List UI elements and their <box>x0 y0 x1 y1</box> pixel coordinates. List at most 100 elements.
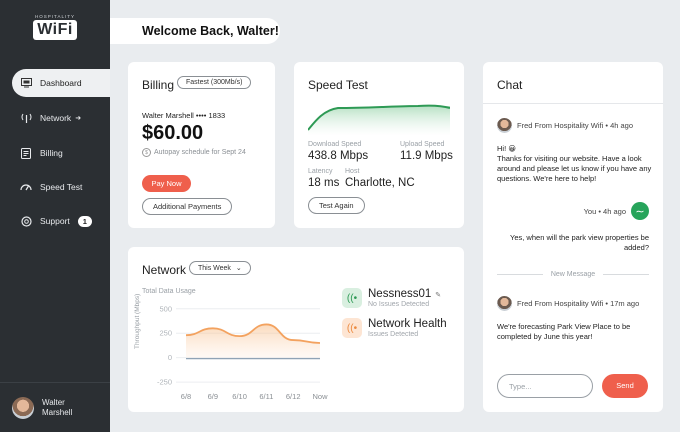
billing-card: Billing Fastest (300Mb/s) Walter Marshel… <box>128 62 275 228</box>
message-time: 4h ago <box>610 121 634 130</box>
sidebar-item-label: Network <box>40 113 72 123</box>
x-tick-label: 6/12 <box>286 392 301 401</box>
dot-separator: • <box>603 121 611 130</box>
amount-due: $60.00 <box>142 122 204 144</box>
x-tick-label: 6/11 <box>259 392 273 401</box>
sidebar-item-label: Support <box>40 216 70 226</box>
wifi-signal-icon: ((• <box>342 318 362 338</box>
network-title: Network <box>142 263 187 277</box>
chat-title: Chat <box>497 78 523 92</box>
download-value: 438.8 Mbps <box>308 150 369 162</box>
dot-separator: • <box>603 299 611 308</box>
network-chart: 500 250 0 -250 6/8 6/9 6/10 6/11 6/12 Now <box>157 304 328 401</box>
upload-label: Upload Speed <box>400 141 445 148</box>
dot-separator: • <box>596 206 604 216</box>
message-header: Fred From Hospitality Wifi • 17m ago <box>497 296 639 311</box>
y-tick-label: 500 <box>159 304 172 313</box>
latency-metric: Latency 18 ms <box>308 168 339 189</box>
message-author: Fred From Hospitality Wifi <box>517 299 604 308</box>
speed-test-title: Speed Test <box>308 78 368 92</box>
account-number: Walter Marshell •••• 1833 <box>142 111 226 120</box>
network-item-health[interactable]: ((• Network Health Issues Detected <box>342 318 447 338</box>
sidebar-item-network[interactable]: Network ➜ <box>0 104 110 132</box>
send-button[interactable]: Send <box>602 374 648 398</box>
y-tick-label: 0 <box>168 353 172 362</box>
sidebar: HOSPITALITY WiFi Dashboard Network ➜ Bil… <box>0 0 110 432</box>
upload-metric: Upload Speed 11.9 Mbps <box>400 141 453 162</box>
autopay-note: $ Autopay schedule for Sept 24 <box>142 148 246 157</box>
avatar <box>497 118 512 133</box>
download-metric: Download Speed 438.8 Mbps <box>308 141 368 162</box>
x-tick-label: 6/8 <box>181 392 191 401</box>
new-message-divider: New Message <box>497 271 650 278</box>
test-again-button[interactable]: Test Again <box>308 197 365 214</box>
y-tick-label: -250 <box>157 378 172 387</box>
sidebar-item-support[interactable]: Support 1 <box>0 207 110 235</box>
avatar <box>12 396 34 419</box>
avatar <box>497 296 512 311</box>
user-last-name: Marshell <box>42 407 73 417</box>
network-card: Network This Week ⌄ Total Data Usage Thr… <box>128 247 464 412</box>
x-tick-label: 6/9 <box>208 392 218 401</box>
latency-value: 18 ms <box>308 177 340 189</box>
chat-card: Chat Fred From Hospitality Wifi • 4h ago… <box>483 62 663 412</box>
chat-input[interactable]: Type... <box>497 374 593 398</box>
latency-label: Latency <box>308 168 333 175</box>
monitor-icon <box>20 77 32 89</box>
user-name: Walter Marshell <box>42 398 72 418</box>
sidebar-item-label: Dashboard <box>40 78 82 88</box>
sidebar-item-billing[interactable]: Billing <box>0 139 110 167</box>
message-text: We're forecasting Park View Place to be … <box>497 322 631 341</box>
message-author: Fred From Hospitality Wifi <box>517 121 604 130</box>
speed-graph <box>308 104 450 136</box>
user-profile[interactable]: Walter Marshell <box>0 382 110 432</box>
edit-icon[interactable]: ✎ <box>435 292 441 299</box>
message-time: 17m ago <box>610 299 640 308</box>
download-label: Download Speed <box>308 141 362 148</box>
host-label: Host <box>345 168 360 175</box>
x-tick-label: Now <box>312 392 328 401</box>
user-first-name: Walter <box>42 397 65 407</box>
divider <box>483 103 663 104</box>
upload-value: 11.9 Mbps <box>400 150 453 162</box>
sidebar-item-label: Speed Test <box>40 182 83 192</box>
network-name: Nessness01 ✎ <box>368 288 441 300</box>
chat-input-placeholder: Type... <box>509 381 532 391</box>
page-title: Welcome Back, Walter! <box>110 18 280 44</box>
x-tick-label: 6/10 <box>232 392 247 401</box>
host-metric: Host Charlotte, NC <box>345 168 415 189</box>
network-name-text: Nessness01 <box>368 288 432 300</box>
bill-icon <box>20 147 32 159</box>
network-item-nessness01[interactable]: ((• Nessness01 ✎ No Issues Detected <box>342 288 441 308</box>
sidebar-item-label: Billing <box>40 148 63 158</box>
y-tick-label: 250 <box>159 329 172 338</box>
network-health-name: Network Health <box>368 318 447 330</box>
divider <box>603 274 650 275</box>
speed-test-card: Speed Test Download Speed 438.8 Mbps Upl… <box>294 62 464 228</box>
logo-small-text: HOSPITALITY <box>35 14 75 19</box>
logo-main-text: WiFi <box>33 20 77 40</box>
arrow-icon: ➜ <box>75 115 82 122</box>
sidebar-item-speed-test[interactable]: Speed Test <box>0 173 110 201</box>
message-author: You <box>583 206 597 216</box>
wave-icon: ∼ <box>631 202 649 220</box>
wifi-signal-icon: ((• <box>342 288 362 308</box>
pay-now-button[interactable]: Pay Now <box>142 175 191 192</box>
message-text: Hi! 😀 Thanks for visiting our website. H… <box>497 144 652 183</box>
chevron-down-icon: ⌄ <box>235 265 242 272</box>
support-badge: 1 <box>77 215 92 227</box>
divider <box>497 274 543 275</box>
autopay-text: Autopay schedule for Sept 24 <box>154 149 246 156</box>
logo: HOSPITALITY WiFi <box>33 14 77 40</box>
network-status: No Issues Detected <box>368 301 430 308</box>
message-text: Yes, when will the park view properties … <box>510 233 649 252</box>
dollar-icon: $ <box>142 148 151 157</box>
period-dropdown[interactable]: This Week ⌄ <box>189 261 251 275</box>
sidebar-item-dashboard[interactable]: Dashboard <box>12 69 110 97</box>
antenna-icon <box>20 112 32 124</box>
additional-payments-button[interactable]: Additional Payments <box>142 198 233 215</box>
message-header: Fred From Hospitality Wifi • 4h ago <box>497 118 633 133</box>
message-time: 4h ago <box>603 206 626 216</box>
message-header-you: You • 4h ago ∼ <box>584 202 649 220</box>
plan-badge: Fastest (300Mb/s) <box>177 76 252 89</box>
